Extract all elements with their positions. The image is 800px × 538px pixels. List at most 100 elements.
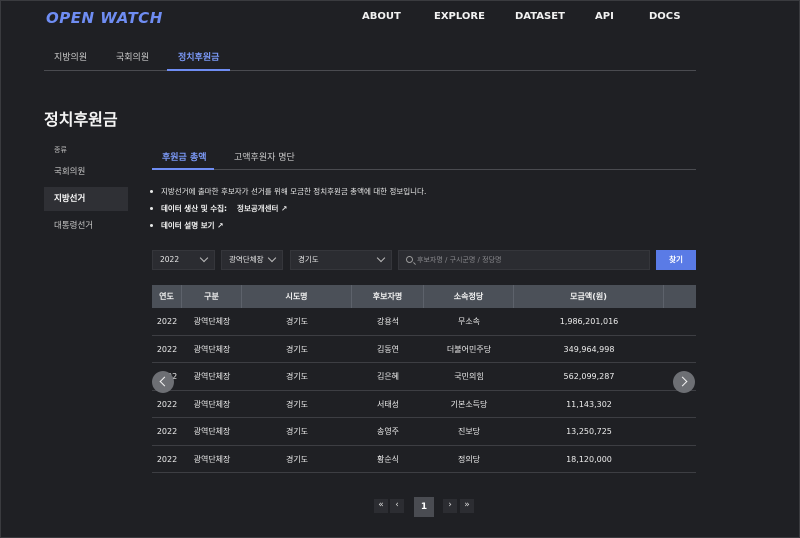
nav-explore[interactable]: EXPLORE bbox=[434, 11, 485, 22]
cell-amount: 18,120,000 bbox=[566, 454, 612, 464]
cell-extra bbox=[664, 391, 696, 418]
cell-candidate: 서태성 bbox=[376, 399, 400, 409]
table-row: 2022 광역단체장 경기도 김동연 더불어민주당 349,964,998 bbox=[152, 336, 696, 363]
tab-active-indicator bbox=[152, 168, 214, 170]
subtab-local-councilor[interactable]: 지방의원 bbox=[54, 50, 87, 63]
nav-dataset[interactable]: DATASET bbox=[515, 11, 565, 22]
cell-candidate: 강용석 bbox=[376, 317, 400, 326]
cell-category: 광역단체장 bbox=[193, 427, 231, 436]
bullet-icon bbox=[150, 190, 153, 193]
col-extra bbox=[664, 285, 696, 308]
table-body: 2022 광역단체장 경기도 강용석 무소속 1,986,201,016 2022 광역단체장… bbox=[152, 308, 696, 473]
cell-party: 정의당 bbox=[457, 454, 481, 464]
last-page-button[interactable]: » bbox=[460, 499, 474, 513]
bullet-icon bbox=[150, 224, 153, 227]
cell-region: 경기도 bbox=[285, 399, 309, 409]
info-item: 데이터 설명 보기 ↗ bbox=[150, 217, 426, 234]
nav-api[interactable]: API bbox=[595, 11, 614, 22]
col-region: 시도명 bbox=[242, 285, 352, 308]
chevron-down-icon bbox=[267, 253, 277, 263]
tab-large-donors[interactable]: 고액후원자 명단 bbox=[234, 150, 295, 163]
cell-region: 경기도 bbox=[285, 454, 309, 464]
search-input[interactable] bbox=[417, 253, 642, 267]
cell-extra bbox=[664, 308, 696, 335]
first-page-button[interactable]: « bbox=[374, 499, 388, 513]
cell-category: 광역단체장 bbox=[193, 344, 231, 354]
cell-region: 경기도 bbox=[285, 427, 309, 436]
cell-year: 2022 bbox=[156, 399, 178, 409]
col-party: 소속정당 bbox=[424, 285, 514, 308]
cell-candidate: 김동연 bbox=[376, 344, 400, 354]
cell-year: 2022 bbox=[156, 427, 178, 436]
cell-category: 광역단체장 bbox=[193, 372, 231, 381]
cell-year: 2022 bbox=[156, 317, 178, 326]
scroll-right-button[interactable] bbox=[673, 371, 695, 393]
scroll-left-button[interactable] bbox=[152, 371, 174, 393]
sub-tabs: 지방의원 국회의원 정치후원금 bbox=[44, 44, 696, 71]
chevron-down-icon bbox=[376, 253, 386, 263]
subtab-national-assembly[interactable]: 국회의원 bbox=[116, 50, 149, 63]
info-list: 지방선거에 출마한 후보자가 선거를 위해 모금한 정치후원금 총액에 대한 정… bbox=[150, 183, 426, 234]
year-select[interactable]: 2022 bbox=[152, 250, 215, 270]
table-header: 연도 구분 시도명 후보자명 소속정당 모금액(원) bbox=[152, 285, 696, 308]
info-item: 지방선거에 출마한 후보자가 선거를 위해 모금한 정치후원금 총액에 대한 정… bbox=[150, 183, 426, 200]
donation-table: 연도 구분 시도명 후보자명 소속정당 모금액(원) 2022 광역단체장 경기도 강… bbox=[152, 285, 696, 473]
prev-page-button[interactable]: ‹ bbox=[390, 499, 404, 513]
nav-about[interactable]: ABOUT bbox=[362, 11, 401, 22]
cell-amount: 349,964,998 bbox=[563, 344, 615, 354]
cell-candidate: 송영주 bbox=[376, 427, 400, 436]
cell-amount: 1,986,201,016 bbox=[559, 317, 619, 326]
cell-year: 2022 bbox=[156, 454, 178, 464]
cell-category: 광역단체장 bbox=[193, 454, 231, 464]
cell-category: 광역단체장 bbox=[193, 399, 231, 409]
info-description: 지방선거에 출마한 후보자가 선거를 위해 모금한 정치후원금 총액에 대한 정… bbox=[161, 187, 427, 196]
cell-amount: 11,143,302 bbox=[566, 399, 612, 409]
subtab-political-funds[interactable]: 정치후원금 bbox=[178, 50, 219, 63]
cell-party: 진보당 bbox=[457, 427, 481, 436]
category-select-value: 광역단체장 bbox=[229, 255, 264, 264]
chevron-down-icon bbox=[199, 253, 209, 263]
table-row: 2022 광역단체장 경기도 송영주 진보당 13,250,725 bbox=[152, 418, 696, 446]
cell-amount: 13,250,725 bbox=[566, 427, 612, 436]
sidebar-heading: 종류 bbox=[54, 146, 67, 154]
table-row: 2022 광역단체장 경기도 강용석 무소속 1,986,201,016 bbox=[152, 308, 696, 336]
year-select-value: 2022 bbox=[160, 255, 180, 264]
info-source-label: 데이터 생산 및 수집: bbox=[161, 204, 228, 213]
page-title: 정치후원금 bbox=[44, 110, 118, 129]
sidebar-item-local-election[interactable]: 지방선거 bbox=[44, 187, 128, 211]
page-button-current[interactable]: 1 bbox=[414, 497, 434, 517]
cell-party: 무소속 bbox=[457, 317, 481, 326]
tab-total-donations[interactable]: 후원금 총액 bbox=[162, 150, 207, 163]
sidebar-item-presidential-election[interactable]: 대통령선거 bbox=[44, 214, 128, 238]
cell-candidate: 김은혜 bbox=[376, 372, 400, 381]
data-description-link[interactable]: 데이터 설명 보기 ↗ bbox=[161, 220, 223, 231]
cell-extra bbox=[664, 336, 696, 363]
cell-year: 2022 bbox=[156, 344, 178, 354]
cell-region: 경기도 bbox=[285, 372, 309, 381]
table-row: 2022광역단체장경기도김은혜국민의힘562,099,287 bbox=[152, 363, 696, 391]
search-box bbox=[398, 250, 650, 270]
cell-party: 기본소득당 bbox=[450, 399, 488, 409]
top-nav: ABOUT EXPLORE DATASET API DOCS bbox=[0, 11, 800, 25]
bullet-icon bbox=[150, 207, 153, 210]
nav-docs[interactable]: DOCS bbox=[649, 11, 681, 22]
cell-region: 경기도 bbox=[285, 344, 309, 354]
search-button[interactable]: 찾기 bbox=[656, 250, 696, 270]
info-item: 데이터 생산 및 수집: 정보공개센터 ↗ bbox=[150, 200, 426, 217]
col-candidate: 후보자명 bbox=[352, 285, 424, 308]
col-category: 구분 bbox=[182, 285, 242, 308]
table-row: 2022 광역단체장 경기도 서태성 기본소득당 11,143,302 bbox=[152, 391, 696, 418]
cell-extra bbox=[664, 418, 696, 445]
table-row: 2022 광역단체장 경기도 황순식 정의당 18,120,000 bbox=[152, 446, 696, 473]
cell-category: 광역단체장 bbox=[193, 317, 231, 326]
cell-candidate: 황순식 bbox=[376, 454, 400, 464]
category-select[interactable]: 광역단체장 bbox=[221, 250, 283, 270]
cell-amount: 562,099,287 bbox=[563, 372, 615, 381]
sidebar-item-national-assembly[interactable]: 국회의원 bbox=[44, 160, 128, 184]
cell-region: 경기도 bbox=[285, 317, 309, 326]
info-source-link[interactable]: 정보공개센터 ↗ bbox=[237, 203, 287, 214]
region-select-value: 경기도 bbox=[298, 255, 319, 264]
region-select[interactable]: 경기도 bbox=[290, 250, 392, 270]
next-page-button[interactable]: › bbox=[443, 499, 457, 513]
subtab-active-indicator bbox=[167, 69, 230, 71]
